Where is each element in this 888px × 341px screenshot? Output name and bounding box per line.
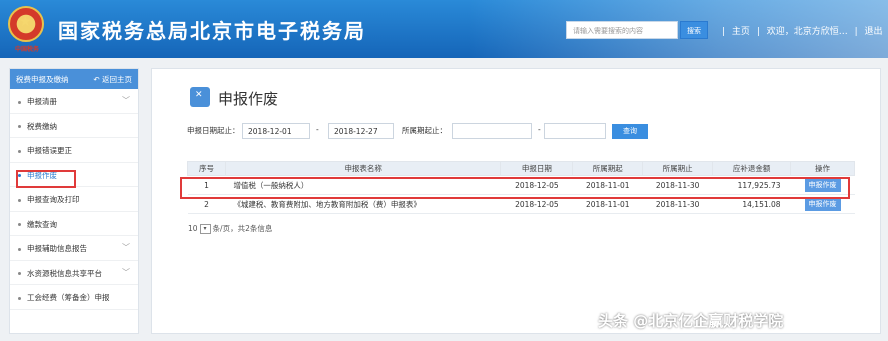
page-size-value: 10 [188, 224, 198, 233]
col-header-action: 操作 [790, 161, 855, 176]
chevron-down-icon: ﹀ [122, 96, 130, 105]
bullet-icon [18, 125, 21, 128]
tax-emblem-icon: ★ [8, 6, 44, 42]
bullet-icon [18, 296, 21, 300]
col-header-amount: 应补退金额 [712, 161, 792, 176]
search-button[interactable]: 搜索 [680, 21, 708, 39]
pager: 10 ▾ 条/页，共2条信息 [188, 223, 272, 234]
bullet-icon [18, 247, 21, 251]
chevron-down-icon: ﹀ [122, 243, 130, 252]
sidebar-item-label: 申报查询及打印 [27, 195, 80, 204]
sidebar-item-declaration-list[interactable]: 申报清册 ﹀ [10, 89, 138, 114]
sep: | [722, 27, 726, 37]
sidebar-item-error-correction[interactable]: 申报错误更正 [10, 138, 138, 163]
highlight-box [180, 177, 850, 199]
col-header-period-from: 所属期起 [572, 161, 644, 176]
sidebar-item-label: 申报错误更正 [27, 146, 72, 155]
highlight-box [16, 170, 76, 188]
sidebar-item-aux-report[interactable]: 申报辅助信息报告 ﹀ [10, 236, 138, 261]
star-icon: ★ [19, 14, 32, 30]
back-home-link[interactable]: ↶ 返回主页 [93, 74, 132, 84]
period-from-field[interactable] [452, 123, 532, 139]
sidebar-item-water-tax-platform[interactable]: 水资源税信息共享平台 ﹀ [10, 261, 138, 285]
sidebar-item-label: 申报辅助信息报告 [27, 244, 87, 253]
sidebar-item-label: 申报清册 [27, 97, 57, 106]
bullet-icon [18, 100, 21, 104]
sidebar-item-query-print[interactable]: 申报查询及打印 [10, 187, 138, 212]
sidebar-item-label: 税费缴纳 [27, 121, 57, 131]
col-header-name: 申报表名称 [224, 161, 502, 176]
top-nav: | 主页 | 欢迎，北京方欣恒… | 退出 [720, 24, 885, 37]
main-panel: 申报作废 申报日期起止： 2018-12-01 - 2018-12-27 所属期… [151, 68, 881, 334]
sidebar-item-label: 缴款查询 [27, 219, 57, 229]
date-to-field[interactable]: 2018-12-27 [328, 123, 394, 139]
dash: - [316, 125, 319, 134]
search-input[interactable]: 请输入需要搜索的内容 [566, 21, 678, 39]
period-range-label: 所属期起止： [402, 126, 447, 135]
pager-info: 条/页，共2条信息 [212, 224, 273, 233]
page-size-dropdown[interactable]: ▾ [199, 224, 211, 234]
col-header-date: 申报日期 [500, 161, 574, 176]
sidebar: 税费申报及缴纳 ↶ 返回主页 申报清册 ﹀ 税费缴纳 申报错误更正 申报作废 申报… [9, 68, 139, 334]
page-title: 申报作废 [218, 90, 279, 108]
sep: | [756, 27, 760, 37]
bullet-icon [18, 149, 21, 153]
bullet-icon [18, 223, 21, 226]
sidebar-item-label: 水资源税信息共享平台 [27, 268, 102, 278]
chevron-down-icon: ﹀ [122, 267, 130, 277]
home-link[interactable]: 主页 [732, 27, 750, 37]
dash: - [538, 125, 541, 134]
emblem-caption: 中国税务 [14, 46, 39, 53]
site-title: 国家税务总局北京市电子税务局 [58, 19, 366, 43]
period-to-field[interactable] [544, 123, 606, 139]
bullet-icon [18, 272, 21, 275]
sidebar-item-tax-payment[interactable]: 税费缴纳 [10, 114, 138, 138]
watermark: 头条 @北京亿企赢财税学院 [598, 312, 784, 330]
query-button[interactable]: 查询 [612, 124, 648, 139]
sidebar-header: 税费申报及缴纳 ↶ 返回主页 [10, 69, 138, 89]
date-from-field[interactable]: 2018-12-01 [242, 123, 310, 139]
void-document-icon [190, 87, 210, 107]
col-header-no: 序号 [187, 161, 226, 176]
date-range-label: 申报日期起止： [187, 126, 240, 135]
sep: | [854, 27, 858, 37]
sidebar-item-payment-query[interactable]: 缴款查询 [10, 212, 138, 236]
sidebar-item-union-fee[interactable]: 工会经费（筹备金）申报 [10, 285, 138, 310]
top-header: ★ 中国税务 国家税务总局北京市电子税务局 请输入需要搜索的内容 搜索 | 主页… [0, 0, 888, 58]
void-declaration-button[interactable]: 申报作废 [804, 197, 841, 211]
sidebar-item-label: 工会经费（筹备金）申报 [27, 293, 110, 302]
bullet-icon [18, 198, 21, 202]
sidebar-title: 税费申报及缴纳 [16, 75, 69, 84]
col-header-period-to: 所属期止 [642, 161, 714, 176]
logout-link[interactable]: 退出 [865, 27, 883, 37]
welcome-user-link[interactable]: 欢迎，北京方欣恒… [767, 27, 848, 37]
